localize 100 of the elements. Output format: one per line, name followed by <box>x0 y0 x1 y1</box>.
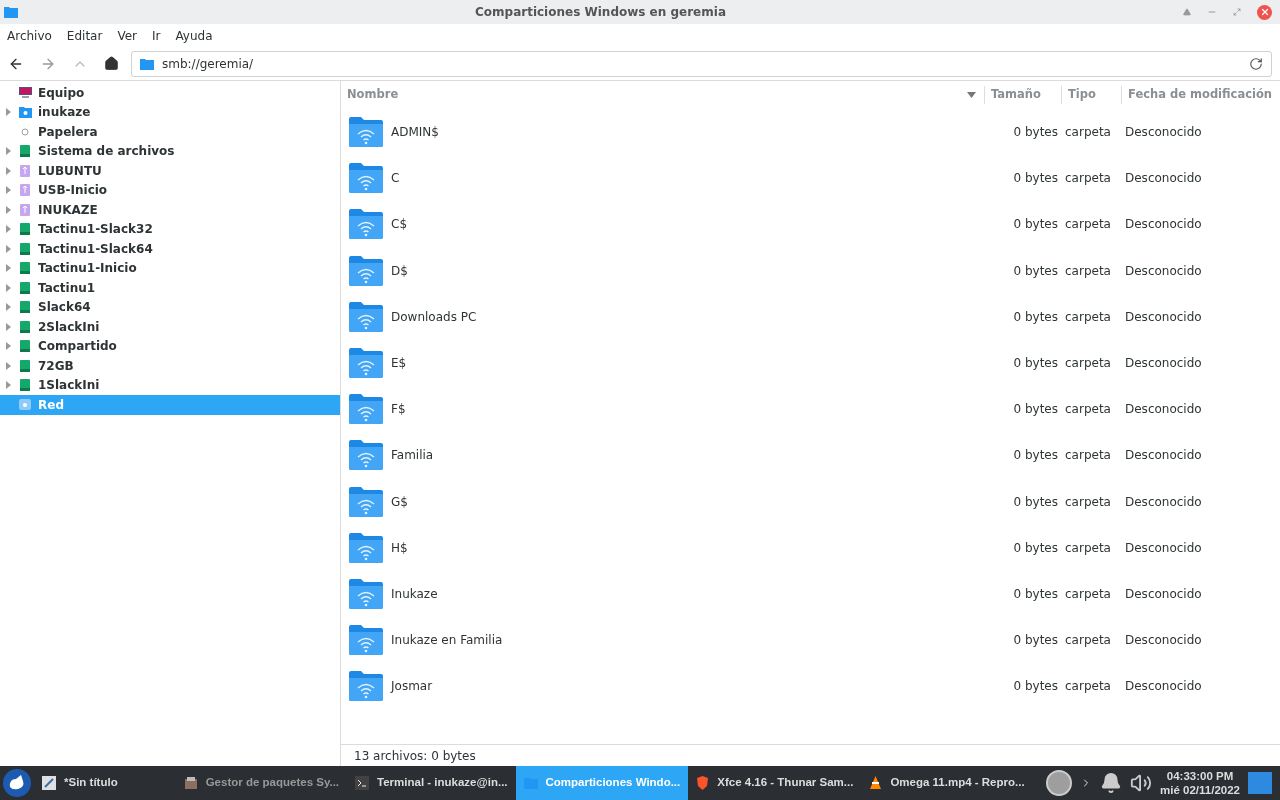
shade-icon[interactable] <box>1183 8 1191 16</box>
file-name: D$ <box>391 262 408 280</box>
sort-caret-icon[interactable] <box>967 92 976 98</box>
computer-icon <box>18 87 32 99</box>
file-row[interactable]: E$ 0 bytes carpeta Desconocido <box>341 339 1280 387</box>
sidebar-label: LUBUNTU <box>38 162 102 180</box>
file-name: Familia <box>391 447 434 465</box>
clock[interactable]: 04:33:00 PM mié 02/11/2022 <box>1160 769 1240 797</box>
file-name: Inukaze <box>391 585 438 603</box>
user-avatar[interactable] <box>1046 770 1073 796</box>
size-cell-text: 0 bytes <box>1012 632 1059 650</box>
expander-icon[interactable] <box>6 381 11 390</box>
location-field[interactable]: smb://geremia/ <box>162 54 1241 73</box>
menu-item[interactable]: Ver <box>114 26 140 45</box>
expander-icon[interactable] <box>6 264 11 273</box>
sidebar-item[interactable]: 2SlackIni <box>0 317 340 337</box>
file-row[interactable]: G$ 0 bytes carpeta Desconocido <box>341 478 1280 525</box>
file-name: F$ <box>391 401 406 419</box>
sidebar-item[interactable]: Tactinu1-Slack64 <box>0 239 340 259</box>
status-text: 13 archivos: 0 bytes <box>354 747 476 765</box>
taskbar-button[interactable]: Gestor de paquetes Sy... <box>175 766 348 800</box>
expander-icon[interactable] <box>6 244 11 253</box>
file-row[interactable]: ADMIN$ 0 bytes carpeta Desconocido <box>341 109 1280 156</box>
type-cell-text: carpeta <box>1065 170 1112 188</box>
package-icon <box>183 776 198 790</box>
taskbar-button[interactable]: Omega 11.mp4 - Repro... <box>861 766 1033 800</box>
taskbar-button[interactable]: Terminal - inukaze@in... <box>347 766 516 800</box>
size-cell-text: 0 bytes <box>1012 216 1059 234</box>
sidebar-item[interactable]: Tactinu1-Slack32 <box>0 219 340 239</box>
notification-icon[interactable] <box>1100 772 1123 794</box>
file-row[interactable]: Downloads PC 0 bytes carpeta Desconocido <box>341 293 1280 340</box>
date-cell-text: Desconocido <box>1125 493 1203 511</box>
expander-icon[interactable] <box>6 283 11 292</box>
address-bar[interactable]: smb://geremia/ <box>131 50 1272 77</box>
type-cell-text: carpeta <box>1065 632 1112 650</box>
expander-icon[interactable] <box>6 205 11 214</box>
sidebar-item[interactable]: 72GB <box>0 356 340 376</box>
sidebar-item[interactable]: INUKAZE <box>0 200 340 220</box>
expander-icon[interactable] <box>6 361 11 370</box>
date-cell-text: Desconocido <box>1125 447 1203 465</box>
lion-shield-icon <box>696 776 710 790</box>
expander-icon[interactable] <box>6 147 11 156</box>
menu-item[interactable]: Ayuda <box>172 26 216 45</box>
date-cell-text: Desconocido <box>1125 262 1203 280</box>
sidebar-item[interactable]: Papelera <box>0 122 340 142</box>
size-cell-text: 0 bytes <box>1012 355 1059 373</box>
maximize-icon[interactable] <box>1233 8 1241 16</box>
type-cell-text: carpeta <box>1065 447 1112 465</box>
network-folder-icon <box>347 485 385 518</box>
home-folder-icon <box>18 106 32 119</box>
file-row[interactable]: H$ 0 bytes carpeta Desconocido <box>341 524 1280 571</box>
expander-icon[interactable] <box>6 303 11 312</box>
file-row[interactable]: Josmar 0 bytes carpeta Desconocido <box>341 663 1280 710</box>
drive-icon <box>20 145 30 158</box>
taskbar-button[interactable]: *Sin título <box>34 766 126 800</box>
file-row[interactable]: Inukaze 0 bytes carpeta Desconocido <box>341 570 1280 618</box>
file-row[interactable]: C 0 bytes carpeta Desconocido <box>341 155 1280 202</box>
volume-icon[interactable] <box>1130 772 1153 794</box>
sidebar-label: Tactinu1-Inicio <box>38 260 137 278</box>
file-row[interactable]: Familia 0 bytes carpeta Desconocido <box>341 432 1280 479</box>
sidebar-item[interactable]: Compartido <box>0 336 340 356</box>
taskbar-button[interactable]: Xfce 4.16 - Thunar Sam... <box>688 766 862 800</box>
size-cell-text: 0 bytes <box>1012 262 1059 280</box>
close-button[interactable] <box>1257 4 1272 20</box>
type-cell-text: carpeta <box>1065 355 1112 373</box>
sidebar-item[interactable]: Sistema de archivos <box>0 141 340 161</box>
expander-icon[interactable] <box>6 322 11 331</box>
sidebar-item[interactable]: Tactinu1 <box>0 278 340 298</box>
date-cell-text: Desconocido <box>1125 632 1203 650</box>
sidebar-item[interactable]: Equipo <box>0 83 340 103</box>
expander-icon[interactable] <box>6 166 11 175</box>
file-row[interactable]: Inukaze en Familia 0 bytes carpeta Desconocido <box>341 617 1280 664</box>
sidebar-item[interactable]: inukaze <box>0 102 340 122</box>
date-cell-text: Desconocido <box>1125 585 1203 603</box>
expander-icon[interactable] <box>6 186 11 195</box>
sidebar-item[interactable]: 1SlackIni <box>0 375 340 395</box>
menu-item[interactable]: Editar <box>63 26 106 45</box>
type-cell-text: carpeta <box>1065 124 1112 142</box>
sidebar-item[interactable]: LUBUNTU <box>0 161 340 181</box>
date-cell-text: Desconocido <box>1125 539 1203 557</box>
drive-icon <box>20 320 30 333</box>
sidebar-item[interactable]: Tactinu1-Inicio <box>0 258 340 278</box>
drive-icon <box>20 242 30 255</box>
size-cell-text: 0 bytes <box>1012 678 1059 696</box>
file-row[interactable]: F$ 0 bytes carpeta Desconocido <box>341 386 1280 433</box>
sidebar-label: Sistema de archivos <box>38 143 175 161</box>
file-row[interactable]: D$ 0 bytes carpeta Desconocido <box>341 247 1280 294</box>
traffic-cone-icon <box>869 776 883 790</box>
drive-icon <box>20 301 30 314</box>
menu-item[interactable]: Archivo <box>4 26 55 45</box>
sidebar-item[interactable]: Slack64 <box>0 297 340 317</box>
expander-icon[interactable] <box>6 342 11 351</box>
usb-drive-icon <box>20 184 30 197</box>
home-icon[interactable] <box>104 56 119 71</box>
expander-icon[interactable] <box>6 108 11 117</box>
reload-icon[interactable] <box>1249 56 1263 71</box>
menu-item[interactable]: Ir <box>149 26 164 45</box>
file-row[interactable]: C$ 0 bytes carpeta Desconocido <box>341 201 1280 248</box>
expander-icon[interactable] <box>6 225 11 234</box>
sidebar-item[interactable]: USB-Inicio <box>0 180 340 200</box>
